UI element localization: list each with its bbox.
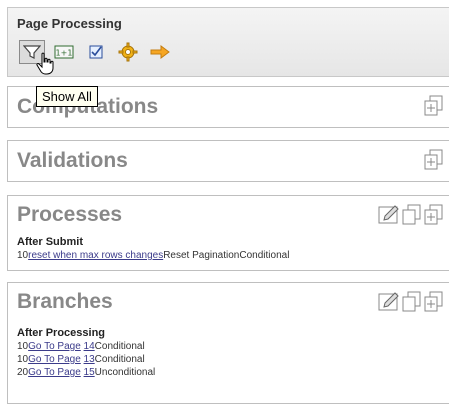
branches-subheading: After Processing bbox=[17, 327, 106, 339]
page-processing-toolbar: Page Processing 1+1 bbox=[7, 7, 449, 77]
list-item: 10reset when max rows changesReset Pagin… bbox=[17, 250, 289, 261]
sequence: 10 bbox=[17, 354, 29, 365]
copy-icon[interactable] bbox=[402, 291, 422, 313]
branches-actions bbox=[378, 291, 444, 313]
edit-pencil-icon[interactable] bbox=[378, 291, 400, 313]
copy-add-icon[interactable] bbox=[424, 204, 444, 226]
copy-icon[interactable] bbox=[402, 204, 422, 226]
condition: Conditional bbox=[94, 354, 145, 365]
list-item: 20Go To Page 15Unconditional bbox=[17, 367, 155, 378]
copy-add-icon[interactable] bbox=[424, 149, 444, 171]
condition: Conditional bbox=[239, 250, 290, 261]
validations-panel: Validations bbox=[7, 140, 449, 182]
processes-subheading: After Submit bbox=[17, 236, 83, 248]
arrow-right-icon[interactable] bbox=[147, 40, 173, 64]
branch-link[interactable]: Go To Page bbox=[28, 341, 81, 352]
processes-title: Processes bbox=[17, 203, 123, 226]
processes-actions bbox=[378, 204, 444, 226]
validations-actions bbox=[424, 149, 444, 171]
page-link[interactable]: 15 bbox=[84, 367, 95, 378]
processes-panel: Processes After Submit 10reset when max … bbox=[7, 195, 449, 271]
branches-title: Branches bbox=[17, 290, 113, 313]
list-item: 10Go To Page 13Conditional bbox=[17, 354, 145, 365]
sequence: 20 bbox=[17, 367, 29, 378]
sequence: 10 bbox=[17, 341, 29, 352]
checkbox-icon[interactable] bbox=[83, 40, 109, 64]
hand-cursor-icon bbox=[36, 52, 56, 81]
process-type: Reset Pagination bbox=[163, 250, 240, 261]
page-link[interactable]: 14 bbox=[84, 341, 95, 352]
branch-link[interactable]: Go To Page bbox=[28, 367, 81, 378]
show-all-tooltip: Show All bbox=[36, 86, 98, 107]
svg-text:1+1: 1+1 bbox=[56, 49, 73, 58]
toolbar-title: Page Processing bbox=[17, 16, 122, 31]
edit-pencil-icon[interactable] bbox=[378, 204, 400, 226]
branch-link[interactable]: Go To Page bbox=[28, 354, 81, 365]
copy-add-icon[interactable] bbox=[424, 291, 444, 313]
page-link[interactable]: 13 bbox=[84, 354, 95, 365]
condition: Conditional bbox=[94, 341, 145, 352]
validations-title: Validations bbox=[17, 149, 128, 172]
sequence: 10 bbox=[17, 250, 29, 261]
branches-panel: Branches After Processing 10Go To Page 1… bbox=[7, 282, 449, 404]
process-link[interactable]: reset when max rows changes bbox=[28, 250, 163, 261]
condition: Unconditional bbox=[94, 367, 156, 378]
computations-actions bbox=[424, 95, 444, 117]
list-item: 10Go To Page 14Conditional bbox=[17, 341, 145, 352]
copy-add-icon[interactable] bbox=[424, 95, 444, 117]
gear-icon[interactable] bbox=[115, 40, 141, 64]
